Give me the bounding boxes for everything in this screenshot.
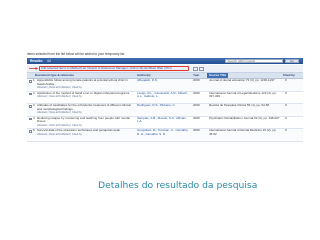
source-cell: Psychiatric Rehabilitation Journal 32 (3…	[209, 115, 280, 120]
list-view-icon[interactable]	[199, 66, 204, 71]
row-checkbox[interactable]	[29, 92, 32, 96]
cited-cell: 0	[285, 103, 287, 107]
selection-notice: Items selected from the list below will …	[27, 52, 125, 56]
document-cell: Appendicitis follow among female patient…	[37, 78, 135, 90]
document-links[interactable]: Abstract | View at Publisher | Cited by	[37, 86, 135, 90]
author-cell[interactable]: Rodrigues, R.S., Pinheiro, C.	[137, 103, 191, 108]
year-cell: 2009	[193, 78, 200, 82]
row-checkbox[interactable]	[29, 80, 32, 83]
document-links[interactable]: Abstract | View at Publisher | Cited by	[37, 95, 135, 99]
row-checkbox[interactable]	[29, 105, 32, 108]
document-links[interactable]: Abstract | View at Publisher | Cited by	[37, 133, 135, 137]
year-cell: 2009	[193, 90, 200, 95]
results-toolbar: Add selected items to Marked List | Expo…	[27, 65, 303, 73]
document-cell: Attitudes of candidates for the orthodon…	[37, 103, 135, 115]
slide-caption: Detalhes do resultado da pesquisa	[98, 180, 258, 191]
author-cell[interactable]: Lavigs, R.L., Giovanardi, A.R., Aliberti…	[137, 91, 191, 99]
source-cell: Revista de Pesquisa Clinica 56 (1), pp. …	[209, 103, 270, 107]
source-cell: International Journal of Dental Medicine…	[209, 128, 277, 136]
author-cell[interactable]: Gonçalves, M., Trevisan, C., Carvalho, R…	[137, 128, 191, 136]
toolbar-action-links[interactable]: Add selected items to Marked List | Expo…	[41, 66, 172, 71]
row-number: 1	[33, 78, 35, 82]
row-checkbox[interactable]	[29, 117, 32, 121]
document-cell: Survival data of the obturation techniqu…	[37, 128, 135, 137]
results-bar: Results: 44 Search within results Go	[27, 58, 303, 64]
grid-view-icon[interactable]	[193, 66, 198, 71]
document-title-link[interactable]: Attitudes of candidates for the orthodon…	[37, 103, 131, 111]
search-results-screenshot: Items selected from the list below will …	[27, 52, 303, 172]
document-title-link[interactable]: Appendicitis follow among female patient…	[37, 78, 128, 86]
results-count: 44	[47, 59, 51, 63]
results-label: Results:	[30, 59, 44, 63]
year-cell: 2009	[193, 103, 200, 107]
source-cell: Journal of dental education 73 (4), pp. …	[209, 78, 275, 82]
document-title-link[interactable]: Survival data of the obturation techniqu…	[37, 128, 120, 132]
year-cell: 2009	[193, 115, 200, 120]
source-cell: International Journal of Legal Medicine …	[209, 90, 277, 99]
row-number: 5	[33, 128, 35, 132]
row-number: 2	[33, 90, 35, 95]
document-cell: Application of the method of Swail et al…	[37, 91, 135, 99]
document-title-link[interactable]: Reducing relapse by monitoring and teach…	[37, 116, 130, 124]
search-within-results-input[interactable]: Search within results	[225, 59, 283, 63]
document-links[interactable]: Abstract | View at Publisher | Cited by	[37, 124, 135, 128]
cited-cell: 0	[285, 78, 287, 82]
cited-cell: 0	[285, 128, 287, 132]
document-title-link[interactable]: Application of the method of Swail et al…	[37, 91, 129, 95]
go-button[interactable]: Go	[285, 59, 299, 63]
row-number: 4	[33, 115, 35, 120]
row-checkbox[interactable]	[29, 130, 32, 133]
document-cell: Reducing relapse by monitoring and teach…	[37, 116, 135, 128]
row-number: 3	[33, 103, 35, 107]
arrow-icon	[29, 67, 38, 70]
year-cell: 2009	[193, 128, 200, 132]
document-links[interactable]: Abstract | View at Publisher | Cited by	[37, 111, 135, 115]
cited-cell: 0	[285, 115, 287, 120]
author-cell[interactable]: Sampaio, A.B., Mussio, S.A., Alfinias, L…	[137, 116, 191, 124]
author-cell[interactable]: Albuqaish, D.S.	[137, 78, 191, 83]
table-row: 5 Survival data of the obturation techni…	[27, 128, 303, 142]
cited-cell: 0	[285, 90, 287, 95]
